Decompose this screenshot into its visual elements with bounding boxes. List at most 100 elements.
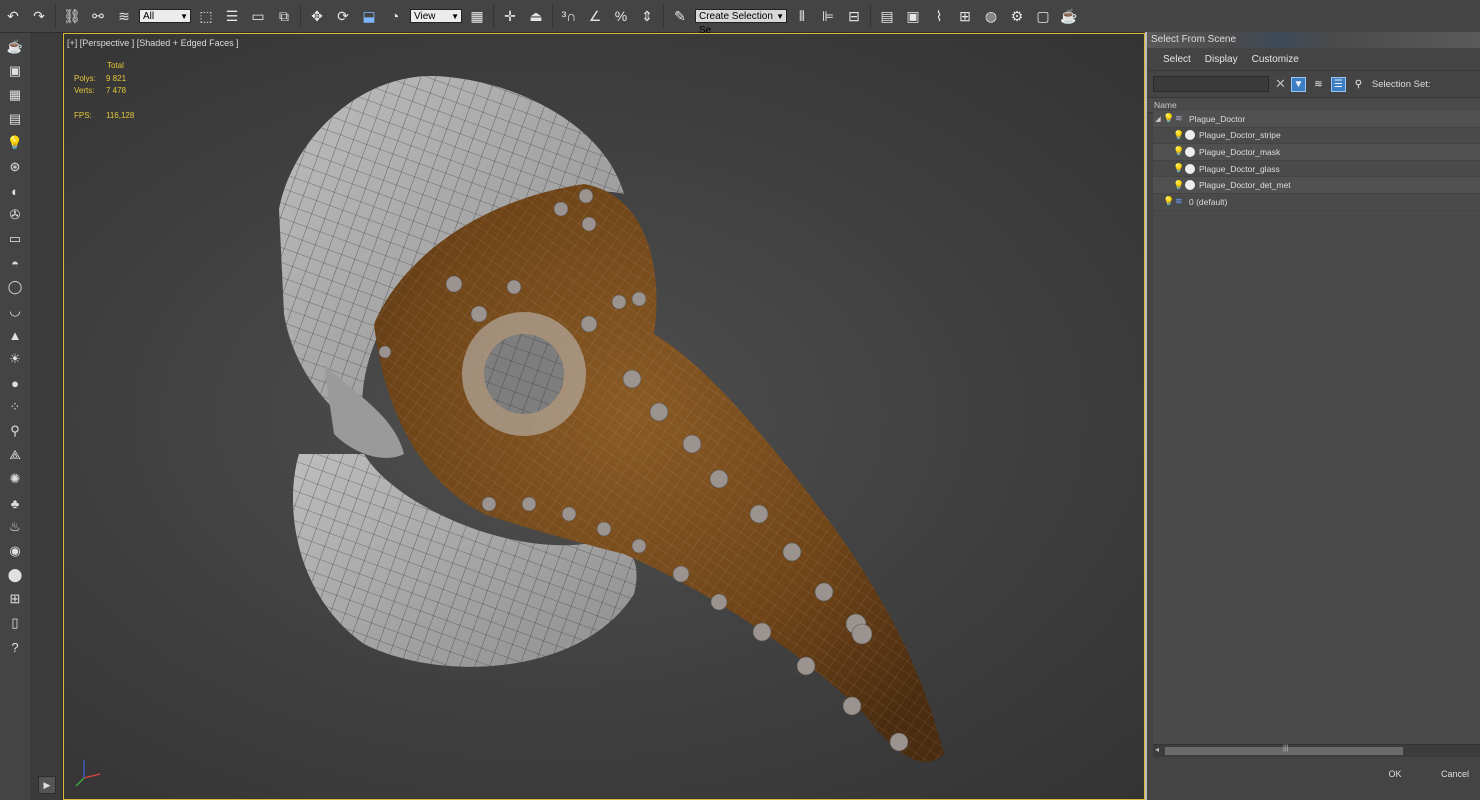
move-icon[interactable]: ✥ [306, 5, 328, 27]
tree-row-stripe[interactable]: 💡 Plague_Doctor_stripe [1153, 128, 1480, 145]
tree-row-det-met[interactable]: 💡 Plague_Doctor_det_met [1153, 177, 1480, 194]
dialog-title[interactable]: Select From Scene [1147, 32, 1480, 48]
toolbar-divider [55, 5, 56, 27]
rect-region-icon[interactable]: ▭ [247, 5, 269, 27]
bind-spacewarp-icon[interactable]: ≋ [113, 5, 135, 27]
light-icon[interactable]: 💡 [5, 133, 25, 153]
help-icon[interactable]: ? [5, 637, 25, 657]
globe-icon[interactable]: ✺ [5, 469, 25, 489]
select-object-icon[interactable]: ⬚ [195, 5, 217, 27]
visibility-bulb-icon[interactable]: 💡 [1163, 196, 1174, 207]
visibility-bulb-icon[interactable]: 💡 [1173, 130, 1184, 141]
expand-toggle-icon[interactable]: ◢ [1153, 115, 1163, 123]
selection-filter-value: All [143, 11, 155, 22]
sort-by-layer-icon[interactable]: ☰ [1330, 76, 1346, 92]
menu-display[interactable]: Display [1205, 54, 1238, 65]
expand-arrow-button[interactable]: ▶ [38, 776, 56, 794]
grass-icon[interactable]: ♣ [5, 493, 25, 513]
bones-icon[interactable]: ⚲ [5, 421, 25, 441]
visibility-bulb-icon[interactable]: 💡 [1173, 146, 1184, 157]
ball-icon[interactable]: ⬤ [5, 565, 25, 585]
manipulate-icon[interactable]: ✛ [499, 5, 521, 27]
hierarchy-icon[interactable]: ⚲ [1351, 77, 1366, 92]
render-production-icon[interactable]: ☕ [1058, 5, 1080, 27]
ok-button[interactable]: OK [1367, 765, 1423, 783]
teapot-icon[interactable]: ☕ [5, 37, 25, 57]
sun-icon[interactable]: ☀ [5, 349, 25, 369]
place-icon[interactable]: ◔ [384, 5, 406, 27]
visibility-bulb-icon[interactable]: 💡 [1173, 163, 1184, 174]
unlink-icon[interactable]: ⚯ [87, 5, 109, 27]
schematic-view-icon[interactable]: ⊞ [954, 5, 976, 27]
tree-row-glass[interactable]: 💡 Plague_Doctor_glass [1153, 161, 1480, 178]
horizontal-scrollbar[interactable]: ◂ ||| [1153, 744, 1480, 757]
film-icon[interactable]: ✇ [5, 205, 25, 225]
edit-named-sel-icon[interactable]: ✎ [669, 5, 691, 27]
render-setup-icon[interactable]: ⚙ [1006, 5, 1028, 27]
mirror-icon[interactable]: ⫴ [791, 5, 813, 27]
sphere-icon[interactable]: ◯ [5, 277, 25, 297]
cone-icon[interactable]: ▲ [5, 325, 25, 345]
scale-icon[interactable]: ⬓ [358, 5, 380, 27]
layer-explorer-icon[interactable]: ▤ [876, 5, 898, 27]
percent-snap-icon[interactable]: % [610, 5, 632, 27]
window-crossing-icon[interactable]: ⧉ [273, 5, 295, 27]
selection-filter-dropdown[interactable]: All ▼ [139, 9, 191, 23]
tree-row-default-layer[interactable]: 💡 ≋ 0 (default) [1153, 194, 1480, 211]
material-editor-icon[interactable]: ◍ [980, 5, 1002, 27]
keyboard-shortcut-icon[interactable]: ⏏ [525, 5, 547, 27]
undo-icon[interactable]: ↶ [2, 5, 24, 27]
object-sphere-icon [1185, 146, 1195, 157]
visibility-bulb-icon[interactable]: 💡 [1173, 180, 1184, 191]
tree-row-plague-doctor[interactable]: ◢ 💡 ≋ Plague_Doctor [1153, 111, 1480, 128]
shell-icon[interactable]: ◉ [5, 541, 25, 561]
named-selection-set-dropdown[interactable]: Create Selection Se ▼ [695, 9, 787, 36]
viewport-label[interactable]: [+] [Perspective ] [Shaded + Edged Faces… [67, 38, 239, 48]
reference-coord-dropdown[interactable]: View ▼ [410, 9, 462, 23]
select-by-name-icon[interactable]: ☰ [221, 5, 243, 27]
half-circle-icon[interactable]: ◐ [5, 181, 25, 201]
polys-value: 9 821 [106, 73, 127, 83]
dome-icon[interactable]: ◓ [5, 253, 25, 273]
rendered-frame-icon[interactable]: ▢ [1032, 5, 1054, 27]
mask-mesh [374, 184, 944, 762]
link-icon[interactable]: ⛓ [61, 5, 83, 27]
axis-tripod-icon [75, 760, 101, 787]
curve-editor-icon[interactable]: ⌇ [928, 5, 950, 27]
visibility-bulb-icon[interactable]: 💡 [1163, 113, 1174, 124]
spinner-snap-icon[interactable]: ⇕ [636, 5, 658, 27]
toggle-ribbon-icon[interactable]: ▣ [902, 5, 924, 27]
redo-icon[interactable]: ↷ [28, 5, 50, 27]
rotate-icon[interactable]: ⟳ [332, 5, 354, 27]
tree-row-mask[interactable]: 💡 Plague_Doctor_mask [1153, 144, 1480, 161]
menu-customize[interactable]: Customize [1252, 54, 1299, 65]
grid-icon[interactable]: ▦ [5, 85, 25, 105]
menu-select[interactable]: Select [1163, 54, 1191, 65]
filter-funnel-icon[interactable]: ▼ [1290, 76, 1306, 92]
pivot-icon[interactable]: ▦ [466, 5, 488, 27]
camera-tools-icon[interactable]: ⊛ [5, 157, 25, 177]
snap-3d-icon[interactable]: ³∩ [558, 5, 580, 27]
grid-plus-icon[interactable]: ⊞ [5, 589, 25, 609]
particles-icon[interactable]: ⁘ [5, 397, 25, 417]
mesh-icon[interactable]: ⟁ [5, 445, 25, 465]
viewport-config-icon[interactable]: ▣ [5, 61, 25, 81]
layers-toggle-icon[interactable]: ≋ [1311, 77, 1326, 92]
search-input[interactable] [1153, 76, 1269, 92]
cancel-button[interactable]: Cancel [1429, 765, 1480, 783]
align-icon[interactable]: ⊫ [817, 5, 839, 27]
tree-item-label: Plague_Doctor_stripe [1199, 130, 1281, 141]
table-icon[interactable]: ▤ [5, 109, 25, 129]
archive-icon[interactable]: ▯ [5, 613, 25, 633]
bowl-icon[interactable]: ◡ [5, 301, 25, 321]
object-sphere-icon [1185, 180, 1195, 191]
scene-explorer-icon[interactable]: ⊟ [843, 5, 865, 27]
scroll-left-icon[interactable]: ◂ [1155, 745, 1159, 754]
box-icon[interactable]: ▭ [5, 229, 25, 249]
perspective-viewport[interactable]: [+] [Perspective ] [Shaded + Edged Faces… [63, 33, 1145, 800]
disc-icon[interactable]: ● [5, 373, 25, 393]
clear-search-icon[interactable]: ✕ [1275, 76, 1286, 92]
angle-snap-icon[interactable]: ∠ [584, 5, 606, 27]
tree-item-label: Plague_Doctor_det_met [1199, 180, 1291, 191]
hf-icon[interactable]: ♨ [5, 517, 25, 537]
